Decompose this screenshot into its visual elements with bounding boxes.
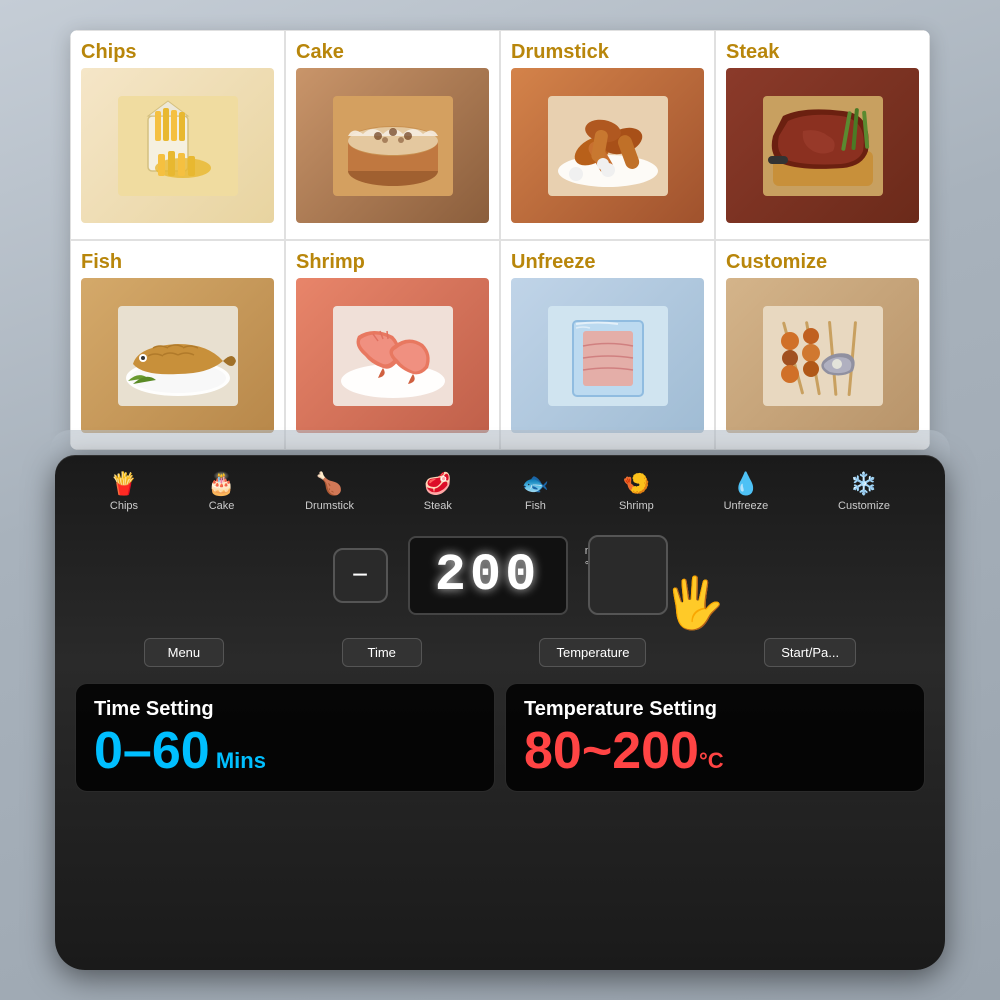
ctrl-symbol-customize: ❄️ bbox=[850, 473, 877, 495]
temp-setting-value: 80~200°C bbox=[524, 725, 906, 777]
plus-button[interactable]: 🖐 bbox=[588, 535, 668, 615]
ctrl-label-unfreeze: Unfreeze bbox=[724, 500, 769, 512]
ctrl-label-customize: Customize bbox=[838, 500, 890, 512]
food-cell-drumstick[interactable]: Drumstick bbox=[500, 30, 715, 240]
food-label-customize: Customize bbox=[726, 251, 919, 274]
led-value: 200 bbox=[435, 546, 541, 605]
food-label-cake: Cake bbox=[296, 41, 489, 64]
menu-button[interactable]: Menu bbox=[144, 638, 224, 667]
ctrl-icon-shrimp[interactable]: 🍤 Shrimp bbox=[619, 473, 654, 512]
temp-unit: °C bbox=[699, 748, 724, 773]
minus-button[interactable]: − bbox=[333, 548, 388, 603]
temp-setting-panel: Temperature Setting 80~200°C bbox=[505, 683, 925, 792]
food-cell-shrimp[interactable]: Shrimp bbox=[285, 240, 500, 450]
menu-icons-row: 🍟 Chips 🎂 Cake 🍗 Drumstick 🥩 Steak 🐟 Fis… bbox=[55, 455, 945, 520]
food-cell-unfreeze[interactable]: Unfreeze bbox=[500, 240, 715, 450]
temp-separator: ~ bbox=[582, 722, 612, 780]
display-row: − 200 min °C 🖐 bbox=[55, 525, 945, 625]
finger-icon: 🖐 bbox=[663, 574, 725, 633]
food-grid-container: Chips bbox=[70, 30, 930, 450]
ctrl-label-cake: Cake bbox=[209, 500, 235, 512]
food-label-fish: Fish bbox=[81, 251, 274, 274]
food-image-drumstick bbox=[511, 68, 704, 223]
control-panel: 🍟 Chips 🎂 Cake 🍗 Drumstick 🥩 Steak 🐟 Fis… bbox=[55, 455, 945, 970]
ctrl-symbol-fish: 🐟 bbox=[522, 473, 549, 495]
temp-end: 200 bbox=[612, 722, 699, 780]
temperature-button[interactable]: Temperature bbox=[539, 638, 646, 667]
food-label-unfreeze: Unfreeze bbox=[511, 251, 704, 274]
food-image-cake bbox=[296, 68, 489, 223]
food-cell-cake[interactable]: Cake bbox=[285, 30, 500, 240]
food-cell-fish[interactable]: Fish bbox=[70, 240, 285, 450]
time-setting-value: 0–60 Mins bbox=[94, 725, 476, 777]
ctrl-symbol-shrimp: 🍤 bbox=[623, 473, 650, 495]
time-unit: Mins bbox=[210, 748, 266, 773]
food-cell-chips[interactable]: Chips bbox=[70, 30, 285, 240]
ctrl-icon-steak[interactable]: 🥩 Steak bbox=[424, 473, 452, 512]
time-start: 0 bbox=[94, 722, 123, 780]
info-panels: Time Setting 0–60 Mins Temperature Setti… bbox=[75, 683, 925, 792]
food-label-drumstick: Drumstick bbox=[511, 41, 704, 64]
minus-icon: − bbox=[352, 559, 368, 591]
time-end: 60 bbox=[152, 722, 210, 780]
food-image-shrimp bbox=[296, 278, 489, 433]
temp-setting-title: Temperature Setting bbox=[524, 698, 906, 721]
ctrl-label-steak: Steak bbox=[424, 500, 452, 512]
ctrl-icon-unfreeze[interactable]: 💧 Unfreeze bbox=[724, 473, 769, 512]
food-image-unfreeze bbox=[511, 278, 704, 433]
ctrl-symbol-chips: 🍟 bbox=[110, 473, 137, 495]
ctrl-symbol-drumstick: 🍗 bbox=[316, 473, 343, 495]
ctrl-label-fish: Fish bbox=[525, 500, 546, 512]
ctrl-label-shrimp: Shrimp bbox=[619, 500, 654, 512]
ctrl-icon-drumstick[interactable]: 🍗 Drumstick bbox=[305, 473, 354, 512]
temp-start: 80 bbox=[524, 722, 582, 780]
function-buttons-row: Menu Time Temperature Start/Pa... bbox=[55, 630, 945, 675]
time-button[interactable]: Time bbox=[342, 638, 422, 667]
led-wrapper: 200 min °C bbox=[408, 536, 568, 615]
ctrl-symbol-cake: 🎂 bbox=[208, 473, 235, 495]
ctrl-icon-fish[interactable]: 🐟 Fish bbox=[522, 473, 549, 512]
background: Chips bbox=[0, 0, 1000, 1000]
ctrl-symbol-steak: 🥩 bbox=[424, 473, 451, 495]
start-pause-button[interactable]: Start/Pa... bbox=[764, 638, 856, 667]
ctrl-symbol-unfreeze: 💧 bbox=[732, 473, 759, 495]
ctrl-label-chips: Chips bbox=[110, 500, 138, 512]
food-image-steak bbox=[726, 68, 919, 223]
ctrl-label-drumstick: Drumstick bbox=[305, 500, 354, 512]
food-image-chips bbox=[81, 68, 274, 223]
time-setting-title: Time Setting bbox=[94, 698, 476, 721]
food-image-customize bbox=[726, 278, 919, 433]
food-label-shrimp: Shrimp bbox=[296, 251, 489, 274]
led-display: 200 bbox=[408, 536, 568, 615]
ctrl-icon-chips[interactable]: 🍟 Chips bbox=[110, 473, 138, 512]
food-image-fish bbox=[81, 278, 274, 433]
food-cell-steak[interactable]: Steak bbox=[715, 30, 930, 240]
time-setting-panel: Time Setting 0–60 Mins bbox=[75, 683, 495, 792]
food-label-chips: Chips bbox=[81, 41, 274, 64]
time-separator: – bbox=[123, 722, 152, 780]
food-grid: Chips bbox=[70, 30, 930, 450]
food-cell-customize[interactable]: Customize bbox=[715, 240, 930, 450]
food-label-steak: Steak bbox=[726, 41, 919, 64]
ctrl-icon-customize[interactable]: ❄️ Customize bbox=[838, 473, 890, 512]
ctrl-icon-cake[interactable]: 🎂 Cake bbox=[208, 473, 235, 512]
